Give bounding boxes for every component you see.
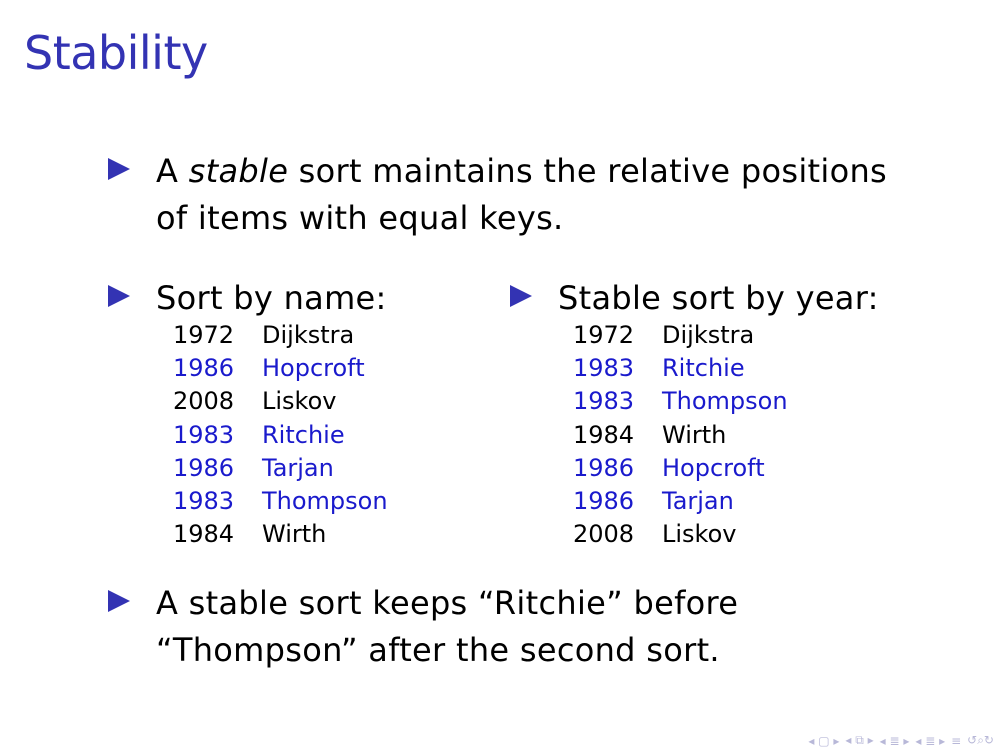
nav-search-icon[interactable]: ↺⌕↻: [967, 733, 994, 748]
name-cell: Ritchie: [662, 354, 745, 383]
year-cell: 1986: [173, 453, 235, 482]
bullet-triangle-icon: [108, 285, 130, 307]
stable-sort-by-year-table: 1972 Dijkstra 1983 Ritchie 1983 Thompson 1984 W…: [573, 319, 788, 551]
name-cell: Ritchie: [262, 420, 345, 449]
nav-prev-subsection-icon[interactable]: ◂ ≣ ▸: [880, 734, 910, 748]
bullet-triangle-icon: [510, 285, 532, 307]
table-row: 1986 Tarjan: [173, 452, 388, 485]
table-row: 1983 Thompson: [573, 385, 788, 418]
name-cell: Liskov: [262, 387, 337, 416]
year-cell: 1972: [173, 321, 235, 349]
nav-align-icon[interactable]: ≡: [951, 734, 961, 748]
table-row: 1986 Hopcroft: [173, 352, 388, 385]
sort-by-name-table: 1972 Dijkstra 1986 Hopcroft 2008 Liskov 1983 Ri…: [173, 319, 388, 551]
bullet-text-emphasis: stable: [188, 152, 289, 190]
year-cell: 1983: [573, 354, 635, 383]
table-row: 1986 Tarjan: [573, 485, 788, 518]
year-cell: 1983: [573, 387, 635, 416]
table-row: 1972 Dijkstra: [173, 319, 388, 352]
bullet-text: A stable sort maintains the relative pos…: [156, 148, 928, 242]
year-cell: 1984: [173, 520, 235, 549]
right-column-heading: Stable sort by year:: [510, 275, 879, 322]
table-row: 1972 Dijkstra: [573, 319, 788, 352]
name-cell: Dijkstra: [662, 321, 755, 349]
year-cell: 2008: [173, 387, 235, 416]
year-cell: 1983: [173, 420, 235, 449]
year-cell: 1983: [173, 487, 235, 516]
bullet-stable-conclusion: A stable sort keeps “Ritchie” before “Th…: [108, 580, 948, 674]
name-cell: Wirth: [662, 420, 727, 449]
nav-prev-frame-icon[interactable]: ◂ ⧉ ▸: [845, 733, 873, 748]
name-cell: Thompson: [262, 487, 388, 516]
nav-prev-section-icon[interactable]: ◂ ≣ ▸: [915, 734, 945, 748]
nav-first-icon[interactable]: ◂ ▢ ▸: [808, 734, 839, 748]
table-row: 1983 Ritchie: [573, 352, 788, 385]
bullet-triangle-icon: [108, 590, 130, 612]
table-row: 1983 Thompson: [173, 485, 388, 518]
table-row: 2008 Liskov: [173, 385, 388, 418]
table-row: 1984 Wirth: [573, 419, 788, 452]
name-cell: Tarjan: [262, 453, 334, 482]
year-cell: 1986: [573, 487, 635, 516]
table-row: 1984 Wirth: [173, 518, 388, 551]
table-row: 1983 Ritchie: [173, 419, 388, 452]
table-row: 1986 Hopcroft: [573, 452, 788, 485]
year-cell: 1986: [173, 354, 235, 383]
name-cell: Hopcroft: [662, 453, 765, 482]
beamer-navigation-bar: ◂ ▢ ▸ ◂ ⧉ ▸ ◂ ≣ ▸ ◂ ≣ ▸ ≡ ↺⌕↻: [808, 733, 994, 748]
name-cell: Thompson: [662, 387, 788, 416]
bullet-triangle-icon: [108, 158, 130, 180]
name-cell: Wirth: [262, 520, 327, 549]
name-cell: Hopcroft: [262, 354, 365, 383]
year-cell: 1984: [573, 420, 635, 449]
year-cell: 1986: [573, 453, 635, 482]
bullet-stable-definition: A stable sort maintains the relative pos…: [108, 148, 928, 242]
name-cell: Liskov: [662, 520, 737, 549]
bullet-text: A stable sort keeps “Ritchie” before “Th…: [156, 584, 739, 669]
sort-by-name-label: Sort by name:: [156, 279, 387, 317]
name-cell: Tarjan: [662, 487, 734, 516]
left-column-heading: Sort by name:: [108, 275, 387, 322]
slide-title: Stability: [24, 26, 208, 80]
stable-sort-by-year-label: Stable sort by year:: [558, 279, 879, 317]
bullet-text-pre: A: [156, 152, 189, 190]
year-cell: 2008: [573, 520, 635, 549]
table-row: 2008 Liskov: [573, 518, 788, 551]
year-cell: 1972: [573, 321, 635, 349]
name-cell: Dijkstra: [262, 321, 355, 349]
